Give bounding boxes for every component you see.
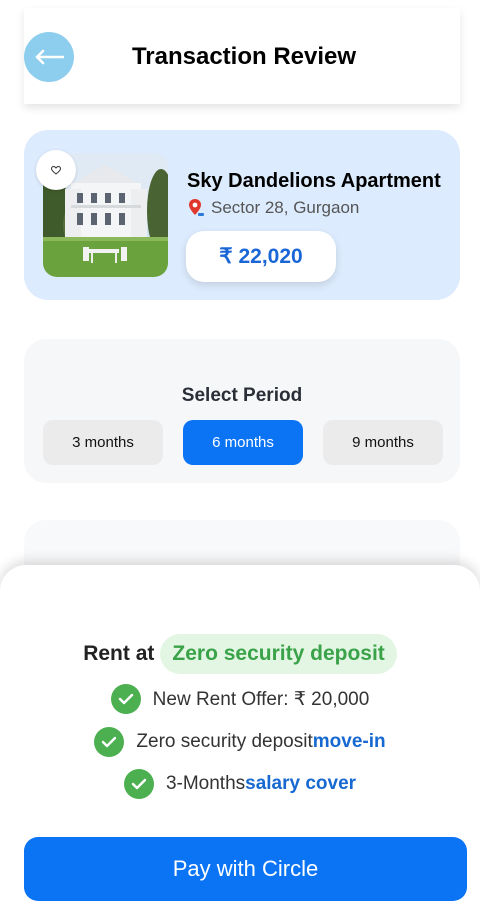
benefit-item: New Rent Offer: ₹ 20,000 (0, 684, 480, 714)
rent-offer-row: Rent at Zero security deposit (0, 634, 480, 674)
pay-with-circle-button[interactable]: Pay with Circle (24, 837, 467, 901)
benefit-highlight: salary cover (245, 773, 357, 794)
benefit-main-text: Zero security deposit (136, 731, 313, 752)
location-text: Sector 28, Gurgaon (211, 198, 360, 217)
offer-bottom-sheet: Rent at Zero security deposit New Rent O… (0, 565, 480, 907)
favorite-button[interactable] (36, 150, 76, 190)
period-option-6-months[interactable]: 6 months (183, 420, 303, 465)
benefit-text: Zero security depositmove-in (136, 731, 385, 753)
check-circle-icon (94, 727, 125, 757)
benefit-main-text: 3-Months (165, 773, 246, 794)
rent-label: Rent at (83, 642, 155, 665)
property-location: Sector 28, Gurgaon (187, 198, 359, 218)
benefit-text: New Rent Offer: ₹ 20,000 (152, 688, 370, 710)
period-option-9-months[interactable]: 9 months (323, 420, 443, 465)
benefit-item: 3-Monthssalary cover (0, 769, 480, 799)
property-name: Sky Dandelions Apartment (187, 170, 441, 192)
map-pin-icon (189, 199, 204, 216)
period-option-3-months[interactable]: 3 months (43, 420, 163, 465)
zero-deposit-badge: Zero security deposit (160, 634, 397, 674)
heart-icon (51, 165, 61, 175)
check-circle-icon (110, 684, 141, 714)
benefit-highlight: move-in (312, 731, 386, 752)
price-pill: ₹ 22,020 (186, 231, 336, 282)
check-circle-icon (123, 769, 154, 799)
property-card[interactable]: Sky Dandelions Apartment Sector 28, Gurg… (24, 130, 460, 300)
select-period-card: Select Period 3 months 6 months 9 months (24, 339, 460, 483)
page-title: Transaction Review (131, 43, 357, 70)
transaction-review-screen: Transaction Review Sky Dandelions Apartm… (0, 0, 480, 907)
benefit-text: 3-Monthssalary cover (166, 773, 356, 795)
header: Transaction Review (24, 8, 460, 104)
select-period-title: Select Period (181, 385, 303, 406)
benefit-item: Zero security depositmove-in (0, 727, 480, 757)
